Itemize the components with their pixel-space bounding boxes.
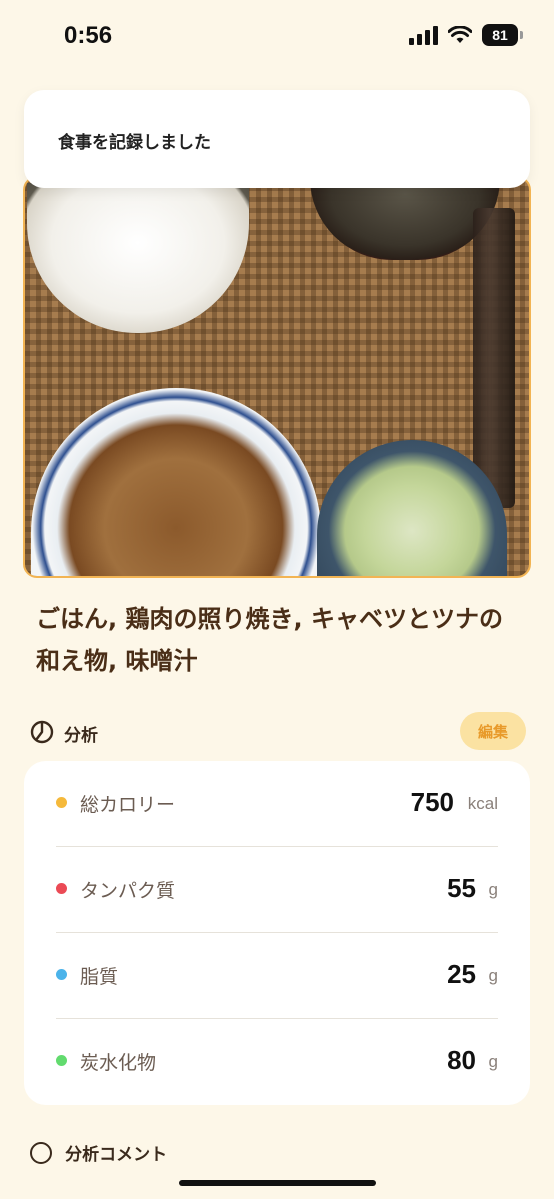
chopsticks-image	[473, 208, 515, 508]
comment-icon	[30, 1141, 52, 1164]
nutrient-label: タンパク質	[80, 880, 176, 902]
teriyaki-chicken-image	[31, 388, 321, 576]
nutrient-unit: kcal	[467, 794, 498, 813]
nutrient-label: 炭水化物	[80, 1052, 157, 1074]
pie-chart-icon	[30, 720, 54, 744]
analysis-label: 分析	[64, 726, 98, 746]
nutrient-unit: g	[488, 880, 498, 899]
nutrient-unit: g	[488, 1052, 498, 1071]
status-bar: 0:56 81	[0, 0, 554, 72]
meal-title: ごはん, 鶏肉の照り焼き, キャベツとツナの和え物, 味噌汁	[36, 605, 503, 675]
miso-soup-image	[310, 178, 500, 260]
nutrient-row-calories: 総カロリー 750 kcal	[56, 761, 498, 847]
meal-photo[interactable]	[23, 176, 531, 578]
cellular-signal-icon	[409, 25, 438, 45]
nutrient-row-carbs: 炭水化物 80 g	[56, 1019, 498, 1105]
toast-notification[interactable]: 食事を記録しました	[24, 90, 530, 188]
rice-bowl-image	[27, 183, 249, 333]
nutrient-value: 25	[447, 959, 476, 989]
comment-header: 分析コメント	[30, 1140, 167, 1170]
edit-button[interactable]: 編集	[460, 712, 526, 750]
status-time: 0:56	[64, 22, 113, 49]
fat-dot	[56, 969, 67, 980]
nutrient-row-protein: タンパク質 55 g	[56, 847, 498, 933]
nutrient-value: 55	[447, 873, 476, 903]
calories-dot	[56, 797, 67, 808]
comment-label: 分析コメント	[65, 1145, 168, 1165]
carbs-dot	[56, 1055, 67, 1066]
toast-message: 食事を記録しました	[58, 133, 211, 153]
analysis-header: 分析 編集	[30, 712, 526, 752]
nutrient-row-fat: 脂質 25 g	[56, 933, 498, 1019]
home-indicator[interactable]	[179, 1180, 376, 1186]
protein-dot	[56, 883, 67, 894]
nutrient-label: 脂質	[80, 966, 119, 988]
nutrient-unit: g	[488, 966, 498, 985]
nutrition-card: 総カロリー 750 kcal タンパク質 55 g 脂質 25 g 炭水化物 8…	[24, 761, 530, 1105]
nutrient-value: 750	[410, 787, 454, 817]
nutrient-label: 総カロリー	[80, 794, 176, 816]
nutrient-value: 80	[447, 1045, 476, 1075]
wifi-icon	[448, 26, 472, 43]
battery-icon: 81	[482, 24, 523, 46]
status-icons: 81	[409, 24, 523, 46]
